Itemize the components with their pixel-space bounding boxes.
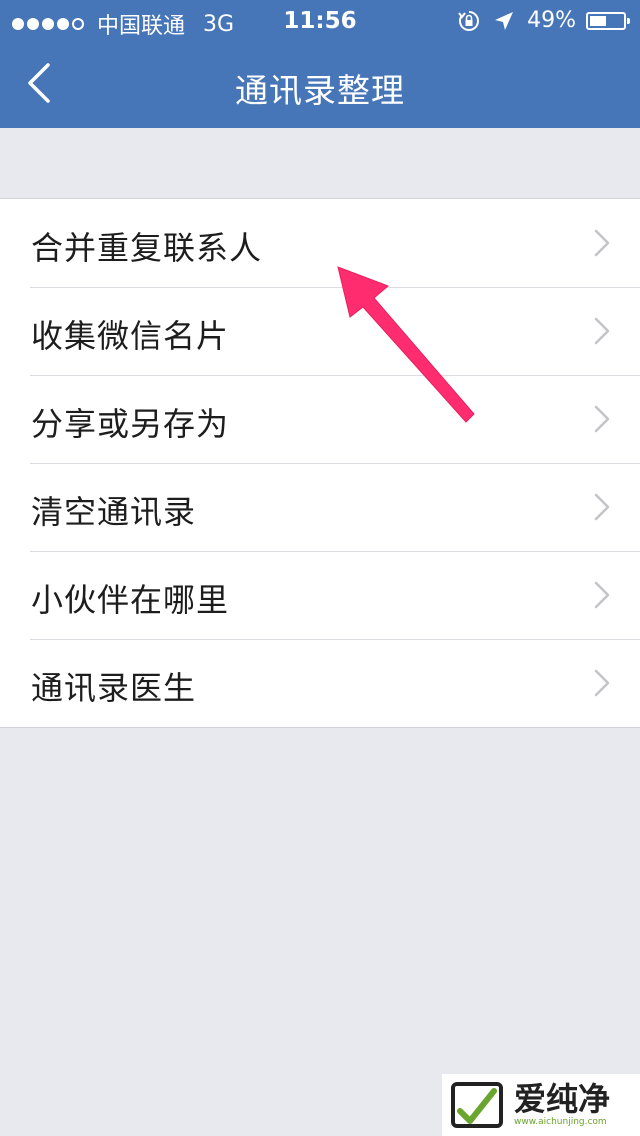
menu-item-clear-contacts[interactable]: 清空通讯录 bbox=[0, 463, 640, 551]
menu-item-label: 收集微信名片 bbox=[31, 317, 230, 355]
chevron-right-icon bbox=[594, 229, 610, 257]
chevron-right-icon bbox=[594, 581, 610, 609]
battery-percent: 49% bbox=[527, 8, 576, 33]
nav-bar: 通讯录整理 bbox=[0, 40, 640, 128]
menu-item-merge-duplicates[interactable]: 合并重复联系人 bbox=[0, 199, 640, 287]
menu-item-contacts-doctor[interactable]: 通讯录医生 bbox=[0, 639, 640, 727]
menu-item-label: 分享或另存为 bbox=[31, 405, 230, 443]
watermark-name: 爱纯净 bbox=[514, 1080, 611, 1118]
menu-item-label: 合并重复联系人 bbox=[31, 229, 263, 267]
menu-item-friends-nearby[interactable]: 小伙伴在哪里 bbox=[0, 551, 640, 639]
rotation-lock-icon bbox=[458, 10, 480, 31]
chevron-right-icon bbox=[594, 405, 610, 433]
watermark: 爱纯净 www.aichunjing.com bbox=[442, 1074, 640, 1136]
menu-item-share-or-save[interactable]: 分享或另存为 bbox=[0, 375, 640, 463]
watermark-url: www.aichunjing.com bbox=[514, 1117, 607, 1127]
chevron-right-icon bbox=[594, 493, 610, 521]
battery-icon bbox=[586, 11, 630, 30]
location-arrow-icon bbox=[495, 11, 514, 30]
chevron-right-icon bbox=[594, 669, 610, 697]
app-header: 中国联通 3G 11:56 49% 通讯录整理 bbox=[0, 0, 640, 128]
chevron-right-icon bbox=[594, 317, 610, 345]
status-right: 49% bbox=[457, 8, 630, 33]
status-bar: 中国联通 3G 11:56 49% bbox=[0, 0, 640, 40]
menu-list: 合并重复联系人 收集微信名片 分享或另存为 清空通讯录 小伙伴在哪里 通讯录医生 bbox=[0, 198, 640, 728]
page-title: 通讯录整理 bbox=[235, 71, 405, 110]
watermark-logo-icon bbox=[451, 1082, 503, 1128]
menu-item-label: 通讯录医生 bbox=[31, 669, 197, 707]
menu-item-label: 清空通讯录 bbox=[31, 493, 197, 531]
menu-item-collect-wechat-cards[interactable]: 收集微信名片 bbox=[0, 287, 640, 375]
menu-item-label: 小伙伴在哪里 bbox=[31, 581, 230, 619]
